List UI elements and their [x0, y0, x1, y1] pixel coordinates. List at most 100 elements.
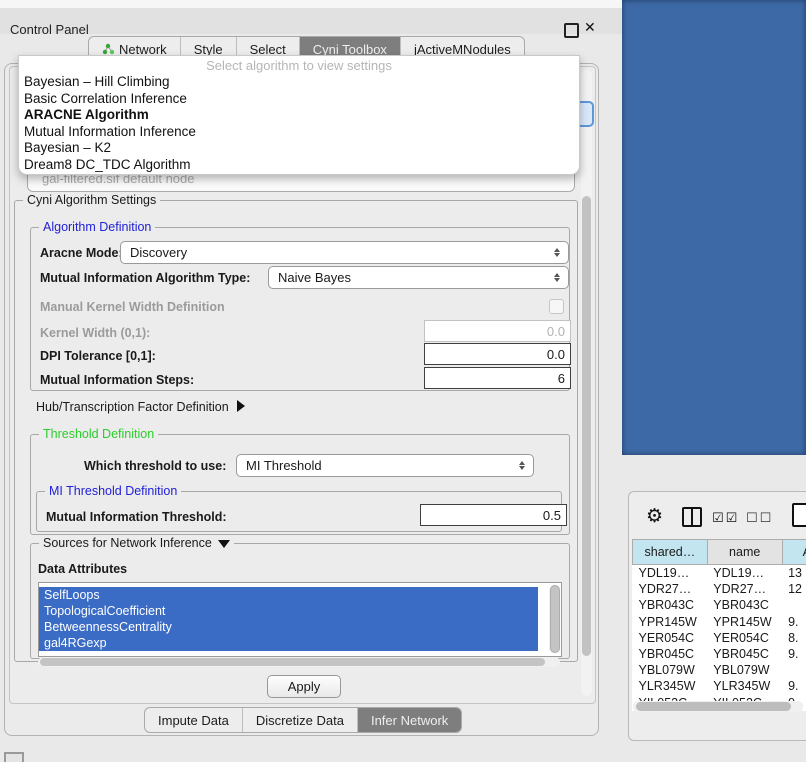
aracne-mode-value: Discovery — [121, 245, 550, 260]
algorithm-option[interactable]: Bayesian – Hill Climbing — [19, 74, 579, 91]
table-cell: YLR345W — [707, 678, 782, 694]
attribute-list-item[interactable]: gal4RGexp — [39, 635, 538, 651]
aracne-mode-select[interactable]: Discovery — [120, 241, 569, 264]
tab-discretize-data[interactable]: Discretize Data — [243, 708, 358, 732]
split-columns-icon[interactable] — [682, 507, 702, 527]
table-cell: YBR045C — [633, 646, 708, 662]
mi-steps-input[interactable]: 6 — [424, 367, 571, 389]
mi-threshold-input[interactable]: 0.5 — [420, 504, 567, 526]
table-cell: 9. — [782, 678, 806, 694]
tab-label: Discretize Data — [256, 713, 344, 728]
algorithm-definition-title: Algorithm Definition — [39, 220, 155, 234]
attribute-list-item[interactable]: BetweennessCentrality — [39, 619, 538, 635]
spinner-arrows-icon — [550, 248, 564, 257]
dpi-tolerance-label: DPI Tolerance [0,1]: — [40, 349, 156, 363]
tab-label: Infer Network — [371, 713, 448, 728]
table-row[interactable]: YDR27…YDR27…12 — [633, 581, 806, 597]
kernel-width-label: Kernel Width (0,1): — [40, 326, 150, 340]
column-header-a[interactable]: A — [782, 540, 806, 565]
sources-title[interactable]: Sources for Network Inference — [39, 536, 234, 550]
data-attributes-label: Data Attributes — [38, 562, 127, 576]
table-row[interactable]: YDL19…YDL19…13 — [633, 565, 806, 582]
table-cell: YDL19… — [633, 565, 708, 582]
control-panel-scrollbar[interactable] — [581, 70, 592, 696]
algorithm-option[interactable]: Mutual Information Inference — [19, 124, 579, 141]
table-cell: YBR043C — [707, 597, 782, 613]
tab-infer-network[interactable]: Infer Network — [358, 708, 461, 732]
which-threshold-value: MI Threshold — [237, 458, 515, 473]
control-panel-header: Control Panel ✕ — [0, 8, 622, 34]
cyni-settings-title: Cyni Algorithm Settings — [23, 193, 160, 207]
mi-type-select[interactable]: Naive Bayes — [268, 266, 569, 289]
application-window: Control Panel ✕ NetworkStyleSelectCyni T… — [0, 0, 806, 762]
collapse-down-icon — [218, 540, 230, 548]
gear-icon[interactable]: ⚙ — [646, 505, 663, 528]
table-cell: YDR27… — [633, 581, 708, 597]
attribute-list-item[interactable]: SelfLoops — [39, 587, 538, 603]
manual-kernel-label: Manual Kernel Width Definition — [40, 300, 225, 314]
algorithm-dropdown-prompt: Select algorithm to view settings — [19, 56, 579, 74]
algorithm-dropdown-list: Bayesian – Hill ClimbingBasic Correlatio… — [19, 74, 579, 173]
which-threshold-label: Which threshold to use: — [84, 459, 226, 473]
close-icon[interactable]: ✕ — [584, 19, 596, 36]
table-cell — [782, 597, 806, 613]
table-cell: YDR27… — [707, 581, 782, 597]
table-row[interactable]: YBR045CYBR045C9. — [633, 646, 806, 662]
algorithm-option[interactable]: ARACNE Algorithm — [19, 107, 579, 124]
table-row[interactable]: YBL079WYBL079W — [633, 662, 806, 678]
threshold-definition-title: Threshold Definition — [39, 427, 158, 441]
table-cell: YER054C — [633, 630, 708, 646]
unchecked-boxes-icon[interactable]: ☐☐ — [746, 510, 773, 526]
expand-right-icon — [237, 400, 245, 412]
table-cell: 8. — [782, 630, 806, 646]
table-cell — [782, 662, 806, 678]
attributes-hscrollbar[interactable] — [38, 657, 560, 667]
checked-boxes-icon[interactable]: ☑☑ — [712, 510, 739, 526]
algorithm-option[interactable]: Basic Correlation Inference — [19, 91, 579, 108]
algorithm-option[interactable]: Dream8 DC_TDC Algorithm — [19, 157, 579, 174]
table-cell: YPR145W — [707, 614, 782, 630]
table-cell: YPR145W — [633, 614, 708, 630]
hub-definition-label: Hub/Transcription Factor Definition — [36, 400, 229, 414]
file-icon[interactable] — [792, 503, 806, 527]
table-cell: YBL079W — [707, 662, 782, 678]
table-hscrollbar[interactable] — [633, 701, 803, 712]
tab-label: Impute Data — [158, 713, 229, 728]
table-row[interactable]: YPR145WYPR145W9. — [633, 614, 806, 630]
table-cell: YER054C — [707, 630, 782, 646]
spinner-arrows-icon — [550, 273, 564, 282]
manual-kernel-checkbox[interactable] — [549, 299, 564, 314]
column-header-name[interactable]: name — [707, 540, 782, 565]
attribute-list-item[interactable]: TopologicalCoefficient — [39, 603, 538, 619]
mi-type-value: Naive Bayes — [269, 270, 550, 285]
table-cell: 13 — [782, 565, 806, 582]
mi-threshold-title: MI Threshold Definition — [45, 484, 181, 498]
column-header-shared[interactable]: shared… — [633, 540, 708, 565]
table-cell: YBL079W — [633, 662, 708, 678]
data-attributes-list[interactable]: SelfLoopsTopologicalCoefficientBetweenne… — [38, 582, 562, 657]
mi-threshold-label: Mutual Information Threshold: — [46, 510, 227, 524]
float-window-icon[interactable] — [564, 23, 579, 38]
cyni-bottom-tabbar: Impute Data Discretize Data Infer Network — [144, 707, 462, 733]
collapsed-panel-button[interactable] — [4, 752, 24, 762]
table-cell: YBR043C — [633, 597, 708, 613]
apply-button[interactable]: Apply — [267, 675, 341, 698]
spinner-arrows-icon — [515, 461, 529, 470]
mi-steps-label: Mutual Information Steps: — [40, 373, 194, 387]
hub-definition-toggle[interactable]: Hub/Transcription Factor Definition — [36, 400, 245, 414]
network-view-frame: GALGAL80GAL10GAL1GAL11SWI4GAL4GCY1HAP4YH… — [622, 0, 806, 455]
mi-type-label: Mutual Information Algorithm Type: — [40, 271, 250, 285]
dpi-tolerance-input[interactable]: 0.0 — [424, 343, 571, 365]
table-panel-header: Table Panel — [622, 455, 806, 491]
tab-impute-data[interactable]: Impute Data — [145, 708, 243, 732]
control-panel-title: Control Panel — [10, 22, 89, 37]
table-row[interactable]: YER054CYER054C8. — [633, 630, 806, 646]
algorithm-option[interactable]: Bayesian – K2 — [19, 140, 579, 157]
aracne-mode-label: Aracne Mode: — [40, 246, 123, 260]
kernel-width-input[interactable]: 0.0 — [424, 320, 571, 342]
table-row[interactable]: YLR345WYLR345W9. — [633, 678, 806, 694]
table-row[interactable]: YBR043CYBR043C — [633, 597, 806, 613]
table-cell: YBR045C — [707, 646, 782, 662]
which-threshold-select[interactable]: MI Threshold — [236, 454, 534, 477]
attributes-list-scrollbar[interactable] — [549, 585, 559, 653]
